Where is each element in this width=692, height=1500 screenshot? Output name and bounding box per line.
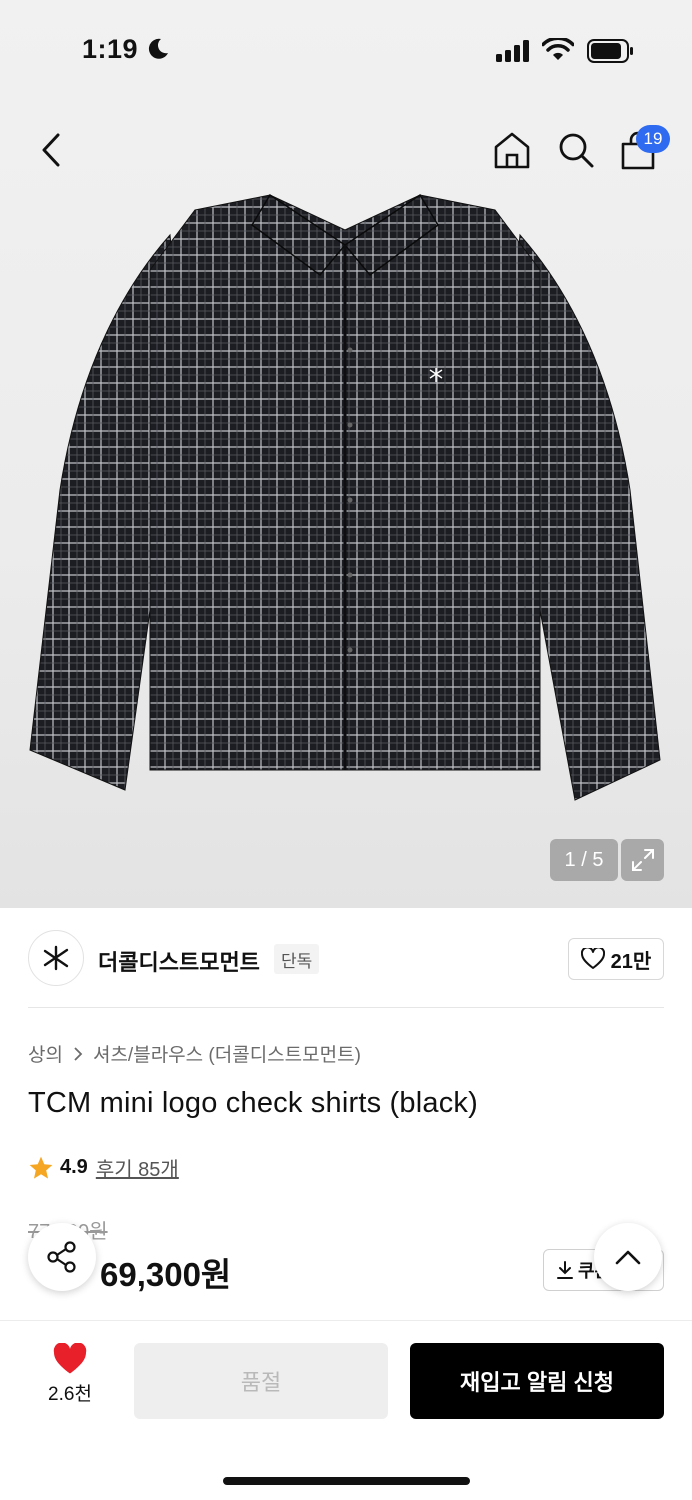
divider (28, 1007, 664, 1008)
rating-row: 4.9 후기 85개 (28, 1153, 179, 1182)
product-gallery[interactable]: 1:19 19 1 / 5 (0, 0, 692, 908)
image-counter: 1 / 5 (550, 839, 618, 881)
search-button[interactable] (556, 130, 596, 170)
star-icon (29, 1156, 53, 1179)
expand-icon (631, 849, 654, 871)
cellular-signal-icon (496, 40, 529, 62)
home-button[interactable] (492, 130, 532, 170)
home-icon (494, 132, 530, 169)
back-button[interactable] (34, 130, 68, 170)
sale-price: 69,300원 (100, 1256, 232, 1293)
share-icon (47, 1241, 76, 1273)
restock-alert-button[interactable]: 재입고 알림 신청 (410, 1343, 664, 1419)
download-icon (557, 1261, 573, 1279)
heart-filled-icon (53, 1343, 87, 1374)
product-title: TCM mini logo check shirts (black) (28, 1087, 478, 1119)
cart-count-badge: 19 (636, 125, 670, 153)
rating-score: 4.9 (60, 1156, 88, 1178)
battery-icon (587, 39, 633, 63)
scroll-to-top-button[interactable] (594, 1223, 662, 1291)
breadcrumb-category[interactable]: 상의 (28, 1040, 63, 1067)
exclusive-badge: 단독 (274, 944, 320, 974)
wishlist-count: 2.6천 (48, 1384, 92, 1405)
brand-star-icon (43, 945, 69, 971)
chevron-left-icon (42, 133, 60, 167)
breadcrumb-subcategory[interactable]: 셔츠/블라우스 (더콜디스트모먼트) (93, 1040, 361, 1067)
review-link[interactable]: 후기 85개 (96, 1153, 179, 1182)
share-button[interactable] (28, 1223, 96, 1291)
home-indicator (223, 1477, 470, 1485)
soldout-button: 품절 (134, 1343, 388, 1419)
product-image[interactable] (20, 190, 670, 810)
status-bar: 1:19 (0, 0, 692, 100)
wishlist-button[interactable]: 2.6천 (28, 1343, 112, 1423)
brand-name[interactable]: 더콜디스트모먼트 (98, 945, 260, 977)
search-icon (559, 133, 594, 168)
wifi-icon (542, 38, 574, 60)
brand-like-count: 21만 (610, 950, 652, 973)
moon-icon (148, 38, 168, 59)
brand-row[interactable]: 더콜디스트모먼트 단독 21만 (28, 930, 664, 988)
brand-logo[interactable] (28, 930, 84, 986)
bottom-action-bar: 2.6천 품절 재입고 알림 신청 (0, 1320, 692, 1500)
breadcrumb: 상의 셔츠/블라우스 (더콜디스트모먼트) (28, 1040, 361, 1067)
chevron-right-icon (74, 1046, 83, 1061)
chevron-up-icon (615, 1250, 641, 1265)
brand-like-button[interactable]: 21만 (568, 938, 664, 980)
heart-outline-icon (580, 948, 605, 969)
expand-image-button[interactable] (621, 839, 664, 881)
top-nav (0, 120, 692, 180)
status-time: 1:19 (82, 34, 139, 64)
